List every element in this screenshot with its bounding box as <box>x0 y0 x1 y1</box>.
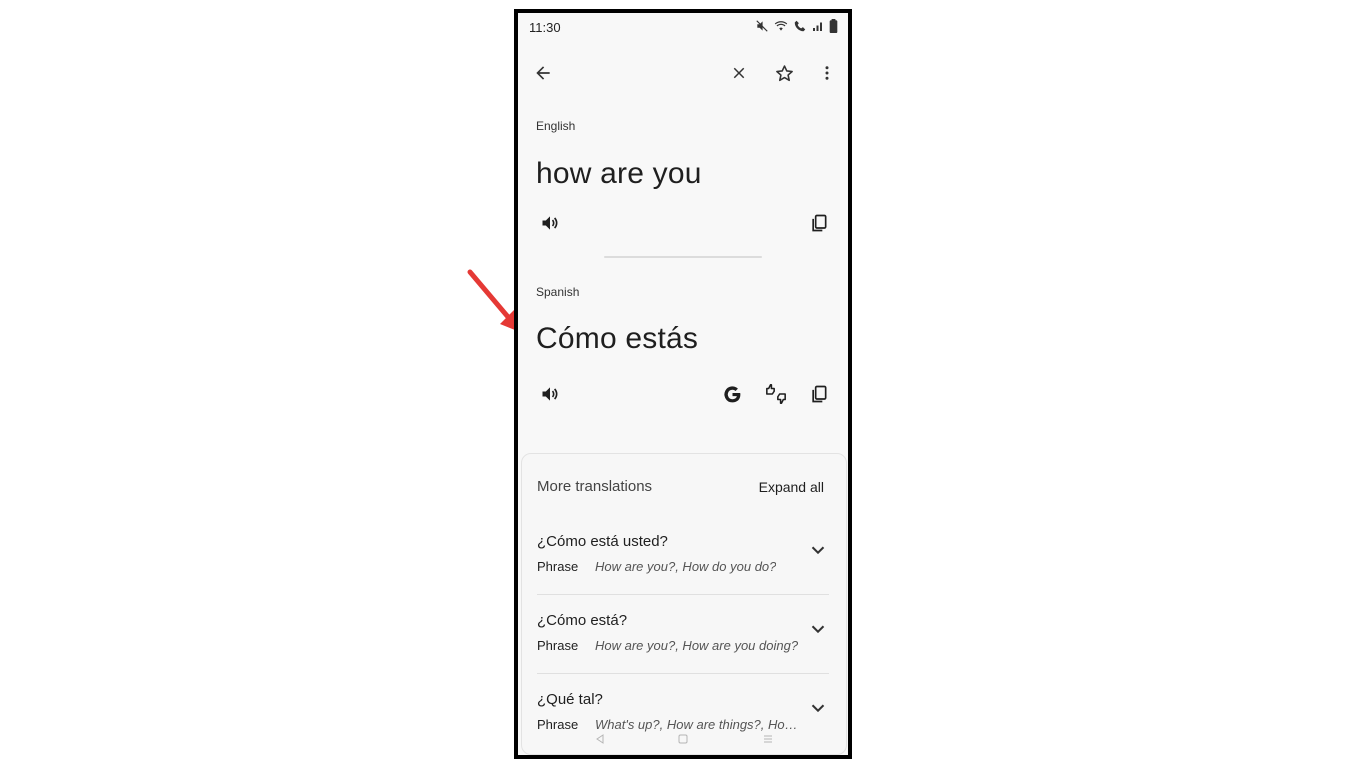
source-text[interactable]: how are you <box>536 157 702 191</box>
status-icons <box>755 19 838 38</box>
translated-text[interactable]: Cómo estás <box>536 322 698 356</box>
thumbs-up-down-icon <box>766 384 786 404</box>
close-button[interactable] <box>721 55 757 91</box>
speaker-icon <box>542 387 558 401</box>
target-listen-button[interactable] <box>532 376 568 412</box>
back-translations: How are you?, How are you doing? <box>595 638 799 653</box>
chevron-down-icon[interactable] <box>807 697 829 719</box>
phone-screen: 11:30 English how are you Spanish Cómo e… <box>514 9 852 759</box>
top-app-bar <box>518 49 848 97</box>
wifi-icon <box>774 19 788 38</box>
part-of-speech: Phrase <box>537 559 579 574</box>
source-copy-button[interactable] <box>801 205 837 241</box>
arrow-left-icon <box>536 66 550 80</box>
chevron-down-icon[interactable] <box>807 539 829 561</box>
status-time: 11:30 <box>529 20 561 35</box>
back-translations: How are you?, How do you do? <box>595 559 777 574</box>
google-search-button[interactable] <box>714 376 750 412</box>
nav-recents-icon[interactable] <box>762 733 774 745</box>
star-outline-icon <box>775 64 793 81</box>
part-of-speech: Phrase <box>537 717 579 732</box>
panel-divider <box>604 256 762 258</box>
back-translations: What's up?, How are things?, How are you… <box>595 717 800 732</box>
target-language-label: Spanish <box>536 285 580 299</box>
chevron-down-icon[interactable] <box>807 618 829 640</box>
item-divider <box>537 594 829 595</box>
status-bar: 11:30 <box>518 13 848 41</box>
source-listen-button[interactable] <box>532 205 568 241</box>
translation-phrase: ¿Cómo está usted? <box>537 533 668 550</box>
translation-phrase: ¿Cómo está? <box>537 612 628 629</box>
expand-all-button[interactable]: Expand all <box>759 479 824 495</box>
item-divider <box>537 673 829 674</box>
signal-icon <box>812 19 824 38</box>
more-translations-title: More translations <box>537 478 653 495</box>
translation-item[interactable]: ¿Cómo está usted? Phrase How are you?, H… <box>537 533 829 611</box>
source-language-label: English <box>536 119 576 133</box>
speaker-icon <box>542 216 558 230</box>
translation-phrase: ¿Qué tal? <box>537 691 603 708</box>
system-navigation-bar <box>518 731 848 751</box>
part-of-speech: Phrase <box>537 638 579 653</box>
more-vert-icon <box>825 66 829 80</box>
battery-icon <box>829 19 838 38</box>
back-button[interactable] <box>525 55 561 91</box>
nav-back-icon[interactable] <box>594 733 606 745</box>
wifi-call-icon <box>793 19 807 38</box>
copy-icon <box>812 385 827 403</box>
copy-icon <box>812 214 827 232</box>
nav-home-icon[interactable] <box>677 733 689 745</box>
favorite-button[interactable] <box>766 55 802 91</box>
google-g-icon <box>723 385 740 402</box>
rate-translation-button[interactable] <box>758 376 794 412</box>
target-copy-button[interactable] <box>801 376 837 412</box>
more-options-button[interactable] <box>809 55 845 91</box>
mute-icon <box>755 19 769 38</box>
translation-item[interactable]: ¿Cómo está? Phrase How are you?, How are… <box>537 612 829 690</box>
close-icon <box>733 67 745 79</box>
more-translations-card: More translations Expand all ¿Cómo está … <box>521 453 847 755</box>
